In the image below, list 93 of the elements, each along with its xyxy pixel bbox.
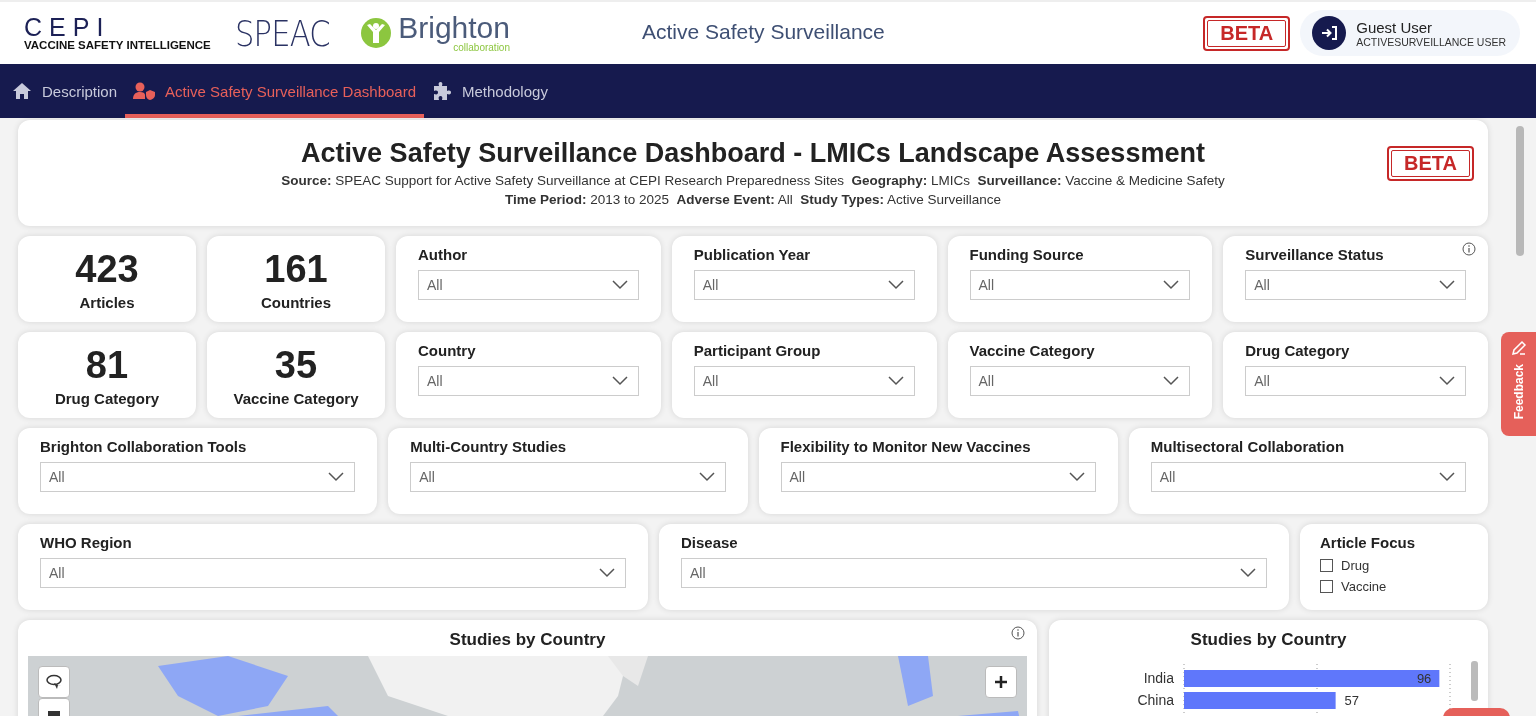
dropdown-field[interactable]: All: [410, 462, 726, 492]
dropdown-field[interactable]: All: [1245, 366, 1466, 396]
chevron-down-icon: [1439, 376, 1455, 386]
beta-badge: BETA: [1387, 146, 1474, 181]
chevron-down-icon: [1163, 280, 1180, 290]
logo-text: CEPI: [24, 15, 112, 39]
filter-label: Funding Source: [969, 246, 1085, 263]
filter-label: Multi-Country Studies: [410, 438, 568, 455]
chevron-down-icon: [1068, 472, 1085, 482]
dropdown-field[interactable]: All: [40, 462, 356, 492]
chevron-down-icon: [1439, 472, 1455, 482]
dropdown-field[interactable]: All: [681, 558, 1267, 588]
filter-label: Article Focus: [1320, 534, 1416, 551]
kpi-value: 161: [264, 247, 328, 290]
logo-text: SPEAC: [234, 12, 330, 54]
info-icon[interactable]: [1462, 242, 1476, 256]
kpi-label: Articles: [79, 293, 135, 311]
checkbox[interactable]: [1320, 559, 1333, 572]
kpi-label: Countries: [261, 293, 331, 311]
filter-label: Multisectoral Collaboration: [1150, 438, 1346, 455]
home-icon: [12, 82, 32, 100]
category-label: China: [1136, 692, 1174, 708]
dropdown-field[interactable]: All: [693, 366, 915, 396]
kpi-value: 81: [85, 343, 129, 386]
filter-label: Surveillance Status: [1245, 246, 1385, 263]
chart-title: Studies by Country: [1190, 630, 1347, 650]
user-name: Guest User: [1356, 18, 1434, 36]
pencil-icon: [1510, 340, 1527, 356]
filter-label: Vaccine Category: [969, 342, 1096, 359]
data-label: 96: [1416, 671, 1431, 686]
lasso-icon: [45, 674, 63, 690]
info-icon[interactable]: [1011, 626, 1025, 640]
lasso-select-button[interactable]: [38, 666, 70, 698]
person-logo-icon: [360, 17, 393, 49]
filter-label: WHO Region: [40, 534, 133, 551]
chevron-down-icon: [1240, 568, 1256, 578]
beta-badge: BETA: [1203, 15, 1291, 51]
dropdown-field[interactable]: All: [969, 366, 1191, 396]
filter-label: Drug Category: [1245, 342, 1351, 359]
filter-label: Country: [418, 342, 477, 359]
logo-tagline: collaboration: [453, 43, 510, 53]
filter-label: Disease: [681, 534, 739, 551]
chevron-down-icon: [887, 280, 904, 290]
dashboard-title: Active Safety Surveillance Dashboard - LMICs Landscape Assessment: [301, 137, 1205, 169]
dropdown-field[interactable]: All: [418, 270, 639, 300]
data-label: 57: [1344, 693, 1359, 708]
kpi-label: Drug Category: [54, 389, 160, 407]
kpi-label: Vaccine Category: [233, 389, 359, 407]
login-icon: [1312, 16, 1347, 50]
filter-label: Author: [418, 246, 469, 263]
chevron-down-icon: [611, 280, 628, 290]
chart-title: Studies by Country: [449, 630, 606, 650]
scrollbar[interactable]: [1470, 661, 1478, 701]
filter-label: Flexibility to Monitor New Vaccines: [780, 438, 1032, 455]
dropdown-field[interactable]: All: [1245, 270, 1466, 300]
checkbox-label: Drug: [1341, 558, 1370, 573]
zoom-in-button[interactable]: [985, 666, 1017, 698]
filter-label: Publication Year: [693, 246, 812, 263]
logo-text: Brighton: [398, 13, 510, 43]
checkbox[interactable]: [1320, 580, 1333, 593]
user-profile[interactable]: Guest User ACTIVESURVEILLANCE USER: [1300, 10, 1520, 56]
filter-label: Participant Group: [693, 342, 822, 359]
plus-icon: [994, 675, 1008, 689]
scrollbar[interactable]: [1516, 126, 1524, 256]
dropdown-field[interactable]: All: [780, 462, 1096, 492]
category-label: India: [1143, 670, 1174, 686]
chevron-down-icon: [698, 472, 715, 482]
dropdown-field[interactable]: All: [1150, 462, 1466, 492]
nav-tab[interactable]: Description: [4, 64, 126, 118]
app-title: Active Safety Surveillance: [642, 20, 885, 44]
user-role: ACTIVESURVEILLANCE USER: [1356, 35, 1506, 48]
dropdown-field[interactable]: All: [693, 270, 915, 300]
puzzle-icon: [432, 81, 452, 101]
logo-tagline: VACCINE SAFETY INTELLIGENCE: [24, 39, 211, 51]
checkbox-label: Vaccine: [1341, 579, 1387, 594]
chevron-down-icon: [328, 472, 345, 482]
nav-tab[interactable]: Methodology: [424, 64, 556, 118]
meta-line: Time Period: 2013 to 2025 Adverse Event: All Study Types: Active Surveillance: [504, 190, 1002, 209]
chevron-down-icon: [1163, 376, 1180, 386]
kpi-value: 35: [274, 343, 318, 386]
kpi-value: 423: [75, 247, 139, 290]
chevron-down-icon: [887, 376, 904, 386]
user-shield-icon: [133, 82, 156, 100]
dropdown-field[interactable]: All: [969, 270, 1191, 300]
dropdown-field[interactable]: All: [418, 366, 639, 396]
filter-label: Brighton Collaboration Tools: [40, 438, 248, 455]
chevron-down-icon: [1439, 280, 1455, 290]
chevron-down-icon: [611, 376, 628, 386]
chevron-down-icon: [599, 568, 615, 578]
feedback-tab[interactable]: Feedback: [1501, 332, 1536, 436]
dropdown-field[interactable]: All: [40, 558, 626, 588]
meta-line: Source: SPEAC Support for Active Safety Surveillance at CEPI Research Preparedness Sites Geography: LMICs Surveillance: Vaccine & Medicine Safety: [281, 171, 1225, 190]
tool-icon: [47, 710, 61, 716]
